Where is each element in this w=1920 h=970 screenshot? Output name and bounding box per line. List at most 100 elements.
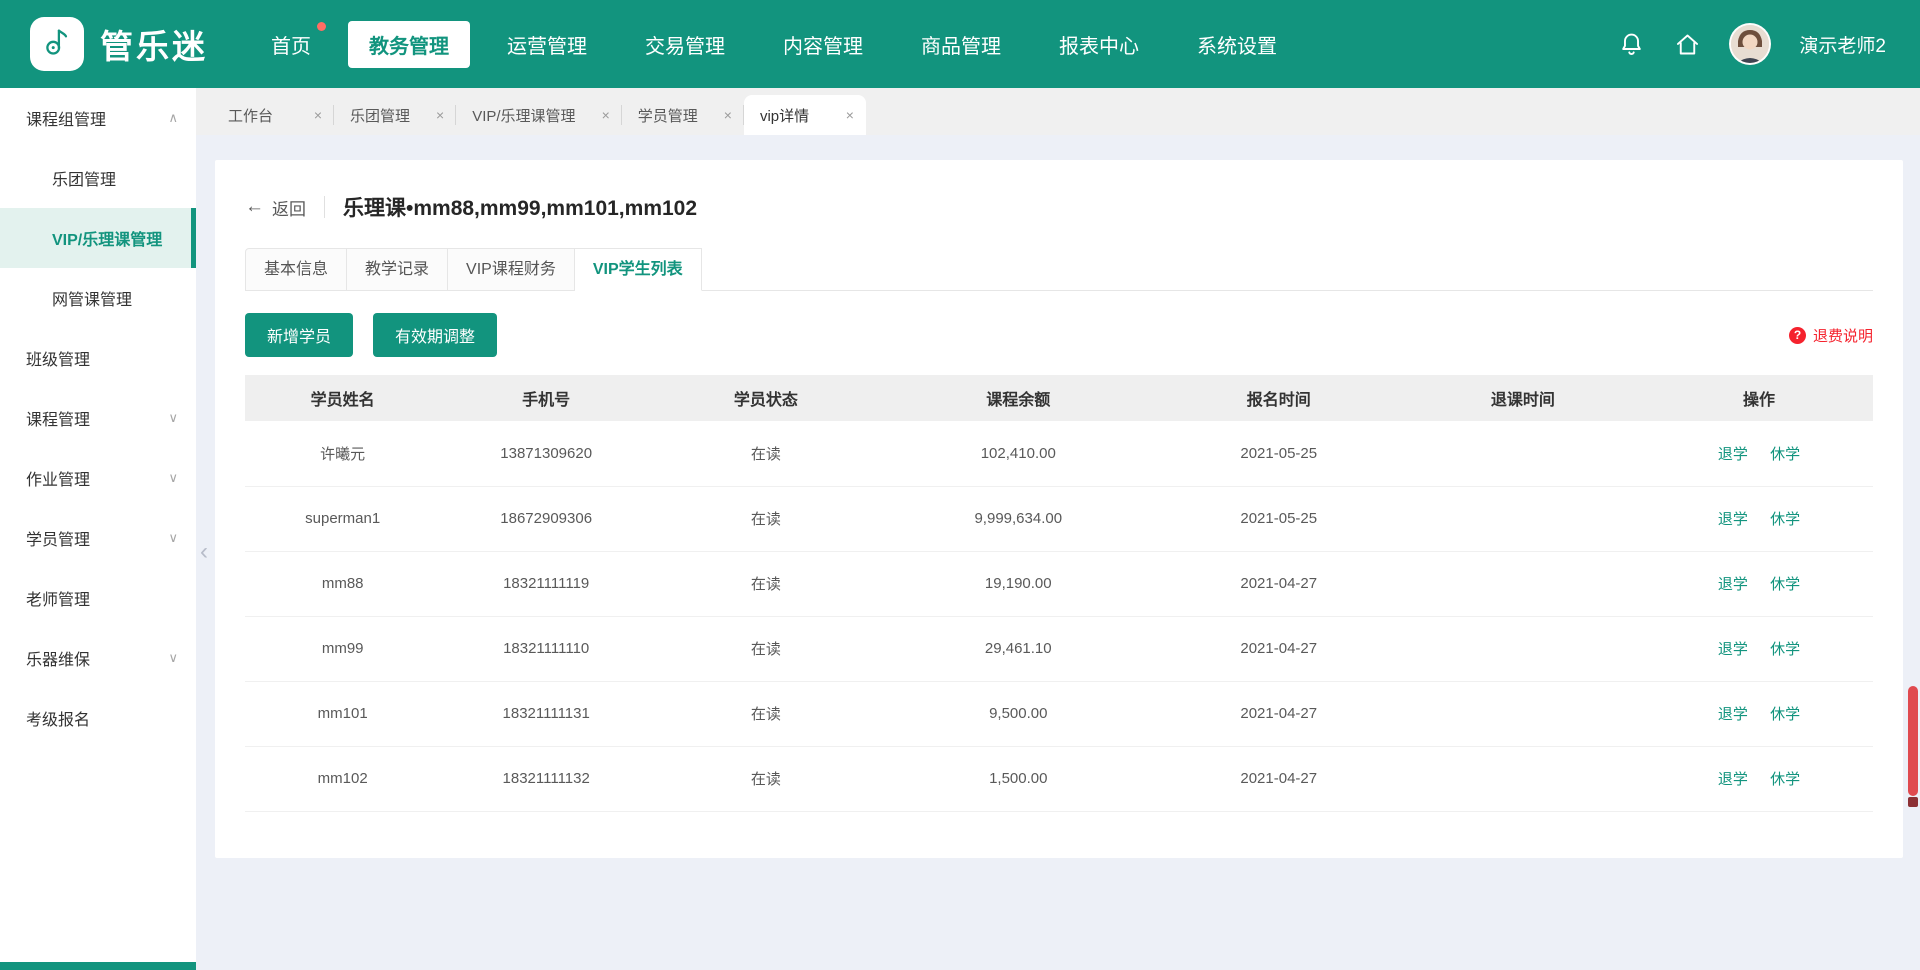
notification-dot-icon xyxy=(317,22,326,31)
brand: 管乐迷 xyxy=(0,17,250,71)
cell-student-name: mm102 xyxy=(245,746,440,811)
validity-adjust-button[interactable]: 有效期调整 xyxy=(373,313,497,357)
header-divider xyxy=(324,196,325,218)
cell-actions: 退学 休学 xyxy=(1645,746,1873,811)
table-row: 许曦元 13871309620 在读 102,410.00 2021-05-25… xyxy=(245,421,1873,486)
nav-item-operations[interactable]: 运营管理 xyxy=(486,21,608,68)
close-icon[interactable]: × xyxy=(436,107,444,123)
withdraw-link[interactable]: 退学 xyxy=(1718,706,1748,723)
tab-basic-info[interactable]: 基本信息 xyxy=(245,248,347,291)
cell-status: 在读 xyxy=(652,746,880,811)
app-logo[interactable] xyxy=(30,17,84,71)
sidebar-item-course-management[interactable]: 课程管理 ∨ xyxy=(0,388,196,448)
sidebar-bottom-accent xyxy=(0,962,196,970)
close-icon[interactable]: × xyxy=(314,107,322,123)
vertical-scrollbar-thumb[interactable] xyxy=(1908,686,1918,796)
top-bar-right: 演示老师2 xyxy=(1617,23,1920,65)
cell-balance: 9,500.00 xyxy=(880,681,1157,746)
table-row: mm102 18321111132 在读 1,500.00 2021-04-27… xyxy=(245,746,1873,811)
cell-student-name: mm99 xyxy=(245,616,440,681)
cell-status: 在读 xyxy=(652,551,880,616)
tab-teaching-records[interactable]: 教学记录 xyxy=(347,248,448,291)
music-note-icon xyxy=(40,25,74,64)
cell-enroll-date: 2021-05-25 xyxy=(1157,486,1401,551)
sidebar-item-orchestra-management[interactable]: 乐团管理 xyxy=(0,148,196,208)
top-bar: 管乐迷 首页 教务管理 运营管理 交易管理 内容管理 商品管理 报表中心 系统设… xyxy=(0,0,1920,88)
current-user-name[interactable]: 演示老师2 xyxy=(1799,31,1886,58)
cell-actions: 退学 休学 xyxy=(1645,486,1873,551)
page-tab-vip-detail[interactable]: vip详情 × xyxy=(744,95,866,135)
col-header-enroll-date: 报名时间 xyxy=(1157,375,1401,421)
vertical-scrollbar-thumb-end[interactable] xyxy=(1908,797,1918,807)
cell-phone: 18321111119 xyxy=(440,551,652,616)
nav-item-settings[interactable]: 系统设置 xyxy=(1176,21,1298,68)
tab-vip-course-finance[interactable]: VIP课程财务 xyxy=(448,248,575,291)
nav-item-academic[interactable]: 教务管理 xyxy=(348,21,470,68)
col-header-quit-date: 退课时间 xyxy=(1401,375,1645,421)
close-icon[interactable]: × xyxy=(724,107,732,123)
toolbar: 新增学员 有效期调整 ? 退费说明 xyxy=(245,313,1873,357)
nav-item-reports[interactable]: 报表中心 xyxy=(1038,21,1160,68)
cell-quit-date xyxy=(1401,551,1645,616)
sidebar-item-homework-management[interactable]: 作业管理 ∨ xyxy=(0,448,196,508)
withdraw-link[interactable]: 退学 xyxy=(1718,511,1748,528)
question-circle-icon: ? xyxy=(1789,327,1806,344)
chevron-down-icon: ∨ xyxy=(168,650,178,666)
suspend-link[interactable]: 休学 xyxy=(1770,511,1800,528)
sidebar-collapse-handle[interactable]: ‹ xyxy=(195,530,213,574)
sidebar-item-grade-exam-registration[interactable]: 考级报名 xyxy=(0,688,196,748)
nav-item-transactions[interactable]: 交易管理 xyxy=(624,21,746,68)
add-student-button[interactable]: 新增学员 xyxy=(245,313,353,357)
nav-item-content[interactable]: 内容管理 xyxy=(762,21,884,68)
suspend-link[interactable]: 休学 xyxy=(1770,446,1800,463)
avatar[interactable] xyxy=(1729,23,1771,65)
col-header-actions: 操作 xyxy=(1645,375,1873,421)
home-icon[interactable] xyxy=(1673,30,1701,58)
nav-item-products[interactable]: 商品管理 xyxy=(900,21,1022,68)
suspend-link[interactable]: 休学 xyxy=(1770,641,1800,658)
page-tab-workbench[interactable]: 工作台 × xyxy=(212,95,334,135)
cell-enroll-date: 2021-04-27 xyxy=(1157,551,1401,616)
table-row: mm101 18321111131 在读 9,500.00 2021-04-27… xyxy=(245,681,1873,746)
sidebar-item-vip-theory-course-management[interactable]: VIP/乐理课管理 xyxy=(0,208,196,268)
suspend-link[interactable]: 休学 xyxy=(1770,576,1800,593)
cell-enroll-date: 2021-04-27 xyxy=(1157,746,1401,811)
open-pages-tab-bar: 工作台 × 乐团管理 × VIP/乐理课管理 × 学员管理 × vip详情 × xyxy=(196,88,1920,135)
page-tab-vip-theory-course-management[interactable]: VIP/乐理课管理 × xyxy=(456,95,622,135)
suspend-link[interactable]: 休学 xyxy=(1770,706,1800,723)
cell-quit-date xyxy=(1401,681,1645,746)
cell-status: 在读 xyxy=(652,616,880,681)
nav-item-home[interactable]: 首页 xyxy=(250,21,332,68)
cell-balance: 1,500.00 xyxy=(880,746,1157,811)
sidebar-item-online-course-management[interactable]: 网管课管理 xyxy=(0,268,196,328)
sidebar-item-instrument-maintenance[interactable]: 乐器维保 ∨ xyxy=(0,628,196,688)
bell-icon[interactable] xyxy=(1617,30,1645,58)
withdraw-link[interactable]: 退学 xyxy=(1718,641,1748,658)
col-header-student-status: 学员状态 xyxy=(652,375,880,421)
page-tab-student-management[interactable]: 学员管理 × xyxy=(622,95,744,135)
tab-vip-student-list[interactable]: VIP学生列表 xyxy=(575,248,702,291)
sidebar-item-class-management[interactable]: 班级管理 xyxy=(0,328,196,388)
withdraw-link[interactable]: 退学 xyxy=(1718,576,1748,593)
sidebar-item-student-management[interactable]: 学员管理 ∨ xyxy=(0,508,196,568)
withdraw-link[interactable]: 退学 xyxy=(1718,771,1748,788)
cell-student-name: mm101 xyxy=(245,681,440,746)
sidebar-item-teacher-management[interactable]: 老师管理 xyxy=(0,568,196,628)
suspend-link[interactable]: 休学 xyxy=(1770,771,1800,788)
detail-header: ← 返回 乐理课•mm88,mm99,mm101,mm102 xyxy=(245,192,1873,222)
table-row: mm99 18321111110 在读 29,461.10 2021-04-27… xyxy=(245,616,1873,681)
back-button[interactable]: ← 返回 xyxy=(245,195,306,220)
close-icon[interactable]: × xyxy=(602,107,610,123)
table-header-row: 学员姓名 手机号 学员状态 课程余额 报名时间 退课时间 操作 xyxy=(245,375,1873,421)
cell-balance: 19,190.00 xyxy=(880,551,1157,616)
cell-status: 在读 xyxy=(652,681,880,746)
cell-phone: 13871309620 xyxy=(440,421,652,486)
page-tab-orchestra-management[interactable]: 乐团管理 × xyxy=(334,95,456,135)
refund-note-link[interactable]: ? 退费说明 xyxy=(1789,325,1873,346)
withdraw-link[interactable]: 退学 xyxy=(1718,446,1748,463)
cell-balance: 9,999,634.00 xyxy=(880,486,1157,551)
sidebar-item-course-group-management[interactable]: 课程组管理 ∧ xyxy=(0,88,196,148)
col-header-course-balance: 课程余额 xyxy=(880,375,1157,421)
cell-enroll-date: 2021-05-25 xyxy=(1157,421,1401,486)
close-icon[interactable]: × xyxy=(846,107,854,123)
